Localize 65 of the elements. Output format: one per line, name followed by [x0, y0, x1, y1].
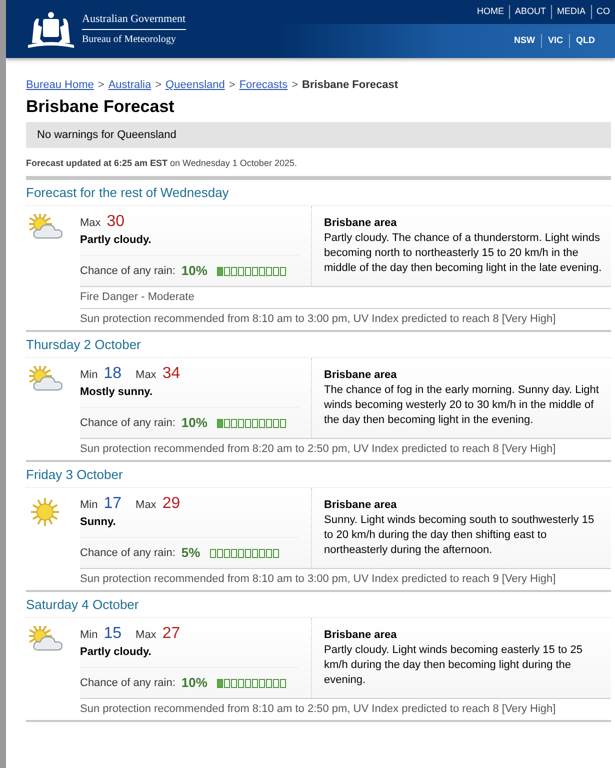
condition-summary: Partly cloudy. [80, 645, 152, 660]
rain-label: Chance of any rain: [80, 676, 176, 691]
breadcrumb-separator: > [155, 78, 162, 92]
forecast-text: Sunny. Light winds becoming south to southwesterly 15 to 20 km/h during the day then shifting east to northeasterly during the afternoon. [324, 513, 596, 558]
area-name: Brisbane area [324, 216, 398, 231]
forecast-note: Sun protection recommended from 8:10 am to 3:00 pm, UV Index predicted to reach 9 [Very High] [80, 568, 611, 590]
area-name: Brisbane area [324, 628, 398, 643]
state-nav-link[interactable]: VIC [540, 34, 569, 48]
rain-chance-meter [210, 548, 280, 558]
condition-summary: Sunny. [80, 515, 117, 530]
sun-behind-cloud-icon [29, 366, 65, 392]
breadcrumb-link[interactable]: Queensland [166, 78, 225, 92]
updated-text: Forecast updated at 6:25 am EST on Wednesday 1 October 2025. [26, 157, 611, 180]
rain-label: Chance of any rain: [80, 264, 176, 279]
max-label: Max [136, 368, 156, 383]
min-temperature: 15 [104, 624, 122, 644]
area-name: Brisbane area [324, 498, 398, 513]
sun-behind-cloud-icon [29, 626, 65, 652]
min-label: Min [80, 628, 98, 643]
rain-chance: 10% [181, 263, 208, 279]
forecast-note: Sun protection recommended from 8:20 am to 2:50 pm, UV Index predicted to reach 8 [Very High] [80, 438, 611, 460]
breadcrumb-separator: > [98, 78, 104, 92]
state-nav-link[interactable]: QLD [569, 34, 601, 48]
max-label: Max [136, 628, 156, 643]
page-title: Brisbane Forecast [26, 96, 176, 118]
breadcrumb-link[interactable]: Australia [108, 78, 152, 92]
forecast-note: Sun protection recommended from 8:10 am to 2:50 pm, UV Index predicted to reach 8 [Very High] [80, 698, 611, 720]
max-temperature: 29 [162, 494, 180, 514]
max-temperature: 30 [106, 212, 125, 232]
max-label: Max [136, 498, 156, 513]
breadcrumb-link[interactable]: Bureau Home [26, 78, 94, 92]
top-nav-link[interactable]: MEDIA [550, 5, 590, 19]
top-nav-link[interactable]: ABOUT [508, 5, 551, 19]
bureau-name: Bureau of Meteorology [82, 32, 177, 47]
forecast-note: Sun protection recommended from 8:10 am to 3:00 pm, UV Index predicted to reach 8 [Very High] [80, 308, 611, 330]
breadcrumb-link[interactable]: Forecasts [239, 78, 288, 92]
rain-chance: 10% [181, 675, 208, 691]
warning-banner: No warnings for Queensland [26, 122, 611, 148]
sun-icon [29, 496, 61, 528]
rain-chance: 10% [181, 415, 208, 431]
min-label: Min [80, 368, 98, 383]
max-temperature: 34 [162, 364, 180, 384]
breadcrumb-current: Brisbane Forecast [302, 78, 398, 92]
breadcrumb-separator: > [228, 78, 236, 92]
top-nav-link[interactable]: CO [590, 5, 615, 19]
min-temperature: 18 [104, 364, 122, 384]
rain-chance: 5% [181, 545, 200, 561]
condition-summary: Partly cloudy. [80, 233, 152, 248]
agency-name: Australian Government [82, 11, 186, 30]
forecast-text: The chance of fog in the early morning. Sunny day. Light winds becoming westerly 20 to 30 km/h in the middle of the day then becoming light in the evening. [324, 383, 600, 428]
min-temperature: 17 [104, 494, 122, 514]
min-label: Min [80, 498, 98, 513]
rain-label: Chance of any rain: [80, 546, 176, 561]
forecast-text: Partly cloudy. The chance of a thunderstorm. Light winds becoming north to northeasterly 15 to 20 km/h in the middle of the day then becoming light in the late evening. [324, 231, 603, 276]
forecast-text: Partly cloudy. Light winds becoming easterly 15 to 25 km/h during the day then becoming light during the evening. [324, 643, 584, 688]
forecast-note: Fire Danger - Moderate [80, 286, 611, 308]
max-temperature: 27 [162, 624, 180, 644]
breadcrumb-separator: > [292, 78, 298, 92]
rain-label: Chance of any rain: [80, 416, 176, 431]
sun-behind-cloud-icon [29, 214, 65, 240]
area-name: Brisbane area [324, 368, 398, 383]
condition-summary: Mostly sunny. [80, 385, 154, 400]
top-nav-link[interactable]: HOME [472, 5, 509, 19]
state-nav-link[interactable]: NSW [508, 34, 541, 48]
max-label: Max [80, 216, 101, 231]
